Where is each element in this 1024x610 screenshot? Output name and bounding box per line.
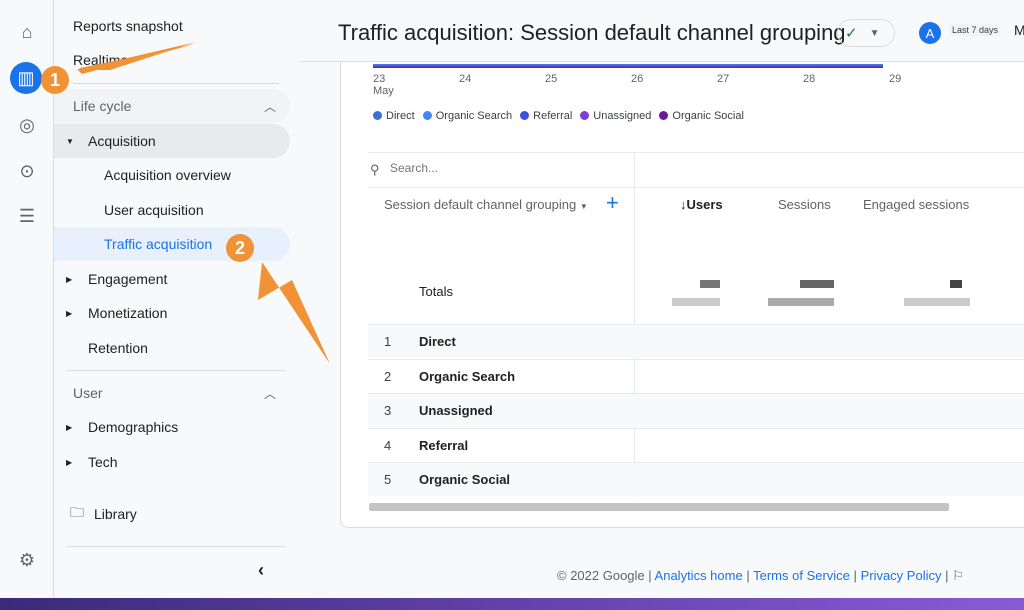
arrow-1 — [78, 44, 195, 84]
step-badge-2: 2 — [226, 234, 254, 262]
step-badge-1: 1 — [41, 66, 69, 94]
arrow-2 — [258, 262, 330, 364]
annotation-arrows — [76, 42, 330, 364]
